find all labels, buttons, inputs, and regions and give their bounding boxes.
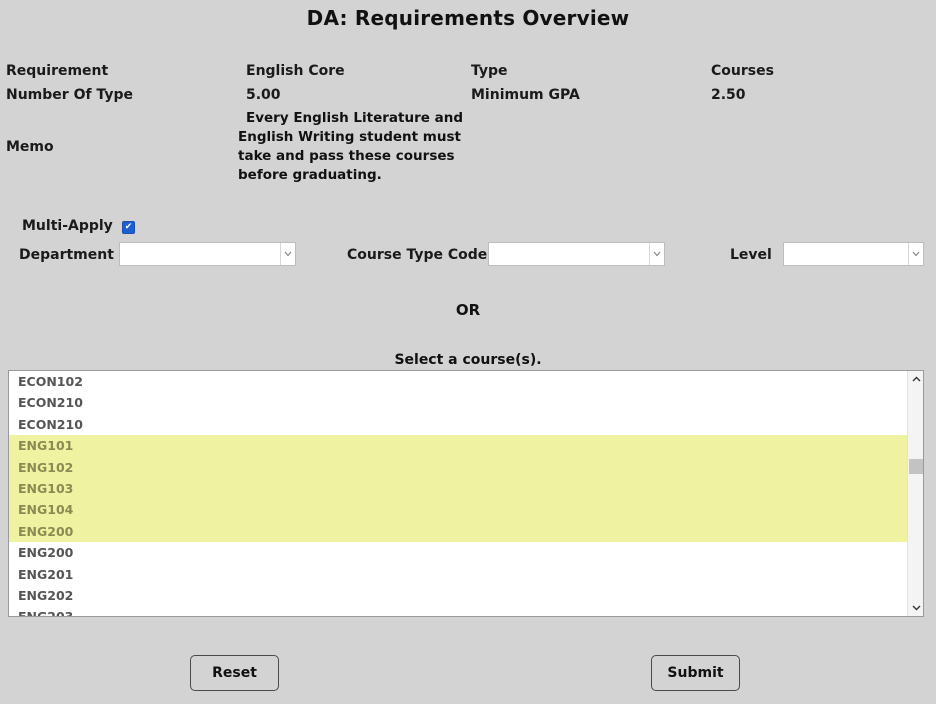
course-list-item[interactable]: ECON210 [9, 392, 907, 413]
memo-text: Every English Literature and English Wri… [238, 110, 464, 183]
or-separator: OR [455, 301, 481, 319]
course-list-item[interactable]: ECON210 [9, 414, 907, 435]
course-list-item[interactable]: ENG104 [9, 499, 907, 521]
chevron-down-icon [649, 243, 664, 265]
course-listbox[interactable]: ECON102 ECON210 ECON210 ENG101 ENG102 ENG103 E… [8, 370, 924, 617]
requirement-label: Requirement [6, 63, 109, 79]
multi-apply-label: Multi-Apply [22, 218, 113, 234]
level-label: Level [730, 247, 772, 263]
number-of-type-label: Number Of Type [6, 87, 133, 103]
minimum-gpa-label: Minimum GPA [471, 87, 580, 103]
reset-button[interactable]: Reset [190, 655, 279, 691]
scroll-thumb[interactable] [909, 459, 923, 474]
type-value: Courses [711, 63, 774, 79]
course-type-code-select[interactable] [488, 242, 665, 266]
minimum-gpa-value: 2.50 [711, 87, 746, 103]
level-select[interactable] [783, 242, 924, 266]
course-list-item[interactable]: ENG202 [9, 585, 907, 606]
checkmark-icon: ✔ [124, 222, 133, 232]
course-type-code-label: Course Type Code [347, 247, 488, 263]
course-list-item[interactable]: ENG101 [9, 435, 907, 457]
scroll-down-icon[interactable] [908, 601, 923, 615]
course-list-prompt: Select a course(s). [394, 352, 542, 368]
number-of-type-value: 5.00 [246, 87, 281, 103]
course-list-item[interactable]: ENG200 [9, 520, 907, 543]
department-select[interactable] [119, 242, 296, 266]
requirements-overview-page: DA: Requirements Overview Requirement En… [0, 0, 936, 704]
course-list-item[interactable]: ENG201 [9, 564, 907, 585]
scroll-up-icon[interactable] [908, 372, 923, 386]
requirement-value: English Core [246, 63, 345, 79]
chevron-down-icon [280, 243, 295, 265]
course-list-item[interactable]: ECON102 [9, 371, 907, 392]
course-list-items: ECON102 ECON210 ECON210 ENG101 ENG102 ENG103 E… [9, 371, 907, 616]
chevron-down-icon [908, 243, 923, 265]
page-title: DA: Requirements Overview [306, 6, 630, 30]
department-label: Department [19, 247, 114, 263]
course-list-scrollbar[interactable] [907, 371, 923, 616]
submit-button[interactable]: Submit [651, 655, 740, 691]
course-list-item[interactable]: ENG102 [9, 456, 907, 478]
course-list-item[interactable]: ENG103 [9, 477, 907, 500]
course-list-item[interactable]: ENG200 [9, 542, 907, 563]
course-list-item[interactable]: ENG203 [9, 606, 907, 616]
memo-label: Memo [6, 139, 54, 155]
multi-apply-checkbox[interactable]: ✔ [122, 221, 135, 234]
type-label: Type [471, 63, 508, 79]
